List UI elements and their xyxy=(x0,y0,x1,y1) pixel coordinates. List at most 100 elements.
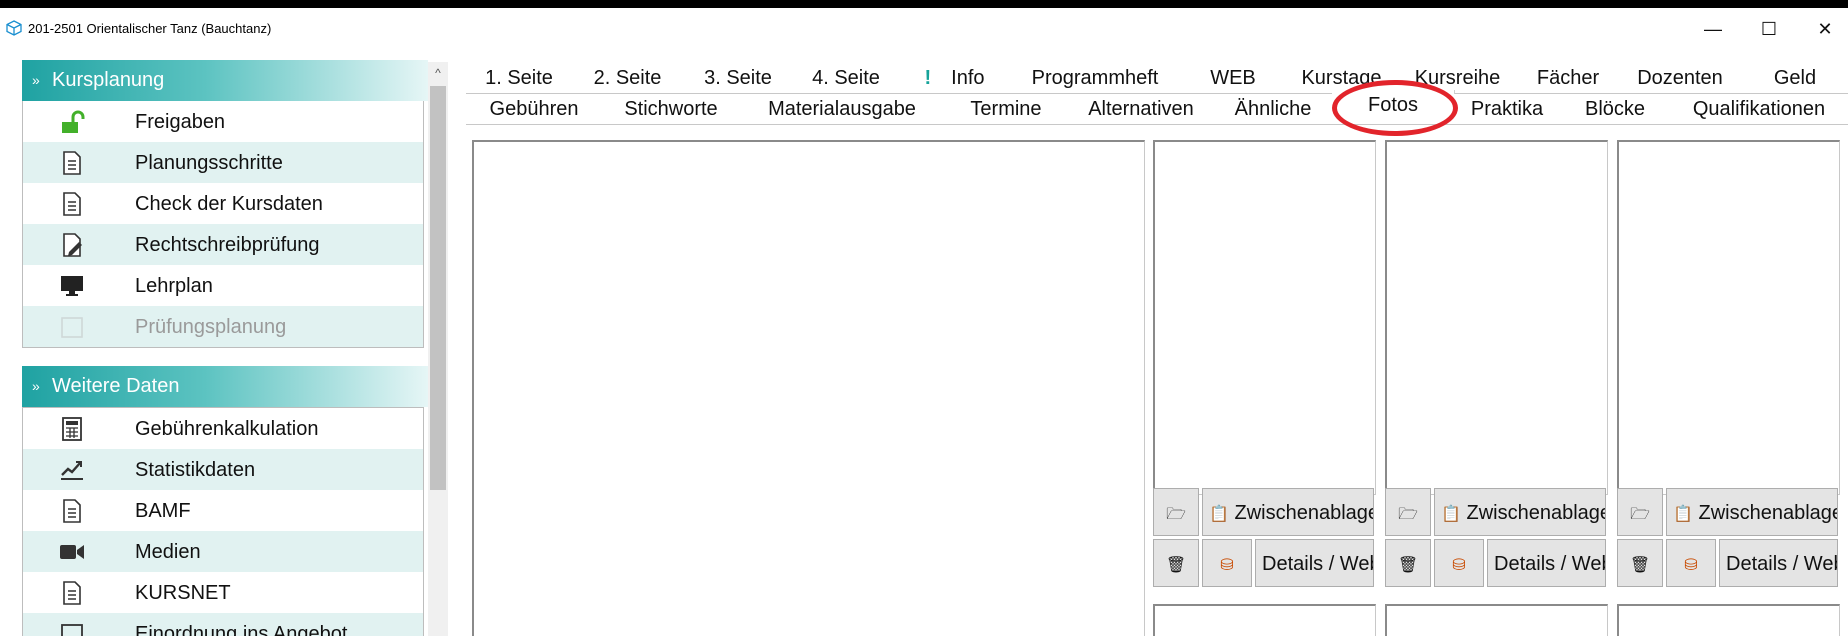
chevron-collapse-icon: » xyxy=(32,72,40,88)
red-highlight-circle xyxy=(1332,80,1458,136)
sidebar-item-label: Planungsschritte xyxy=(135,152,283,174)
tab-row-1: 1. Seite 2. Seite 3. Seite 4. Seite ! Inf… xyxy=(466,63,1848,93)
tab-info[interactable]: ! Info xyxy=(899,63,1011,93)
folder-open-icon: 🗁 xyxy=(1398,506,1418,523)
open-folder-button[interactable]: 🗁 xyxy=(1153,488,1199,536)
tab-seite-4[interactable]: 4. Seite xyxy=(793,63,900,93)
tab-qualifikationen[interactable]: Qualifikationen xyxy=(1670,94,1848,124)
tab-dozenten[interactable]: Dozenten xyxy=(1618,63,1743,93)
tab-web[interactable]: WEB xyxy=(1180,63,1287,93)
edit-document-icon xyxy=(63,233,82,257)
sidebar-item-label: Einordnung ins Angebot xyxy=(135,623,348,636)
trash-icon: 🗑 xyxy=(1629,557,1651,574)
tab-seite-3[interactable]: 3. Seite xyxy=(683,63,794,93)
delete-button[interactable]: 🗑 xyxy=(1153,539,1199,587)
group-label: Kursplanung xyxy=(52,69,165,91)
close-button[interactable]: ✕ xyxy=(1802,14,1848,44)
video-camera-icon xyxy=(60,545,84,559)
sidebar-item-label: Prüfungsplanung xyxy=(135,316,287,338)
chart-line-icon xyxy=(61,461,83,480)
tab-termine[interactable]: Termine xyxy=(944,94,1069,124)
sidebar-item-rechtschreibpruefung[interactable]: Rechtschreibprüfung xyxy=(23,224,423,265)
photo-slot-4[interactable] xyxy=(1153,604,1376,636)
sidebar-item-label: BAMF xyxy=(135,500,191,522)
tab-faecher[interactable]: Fächer xyxy=(1518,63,1619,93)
sidebar-scrollbar[interactable]: ^ xyxy=(428,62,448,636)
sidebar-item-gebuehrenkalkulation[interactable]: Gebührenkalkulation xyxy=(23,408,423,449)
trash-icon: 🗑 xyxy=(1165,557,1187,574)
photo-slot-6[interactable] xyxy=(1617,604,1840,636)
database-export-button[interactable]: ⛁ xyxy=(1434,539,1484,587)
sidebar-item-pruefungsplanung[interactable]: Prüfungsplanung xyxy=(23,306,423,347)
maximize-button[interactable]: ☐ xyxy=(1746,14,1792,44)
group-header-weitere-daten[interactable]: » Weitere Daten xyxy=(22,366,428,407)
database-export-button[interactable]: ⛁ xyxy=(1666,539,1716,587)
sidebar-item-check-der-kursdaten[interactable]: Check der Kursdaten xyxy=(23,183,423,224)
tab-label: Info xyxy=(951,67,985,89)
tab-aehnliche[interactable]: Ähnliche xyxy=(1214,94,1333,124)
details-web-button[interactable]: Details / Web xyxy=(1487,539,1606,587)
sidebar-item-einordnung[interactable]: Einordnung ins Angebot xyxy=(23,613,423,636)
chevron-collapse-icon: » xyxy=(32,378,40,394)
tab-row-2: Gebühren Stichworte Materialausgabe Term… xyxy=(466,90,1848,124)
sidebar-item-label: Gebührenkalkulation xyxy=(135,418,319,440)
photo-slot-5[interactable] xyxy=(1385,604,1608,636)
tab-geld[interactable]: Geld xyxy=(1742,63,1848,93)
window-title: 201-2501 Orientalischer Tanz (Bauchtanz) xyxy=(28,21,272,36)
scrollbar-thumb[interactable] xyxy=(430,86,446,490)
tab-materialausgabe[interactable]: Materialausgabe xyxy=(740,94,945,124)
sidebar-item-kursnet[interactable]: KURSNET xyxy=(23,572,423,613)
sidebar-item-medien[interactable]: Medien xyxy=(23,531,423,572)
clipboard-button[interactable]: 📋 Zwischenablage xyxy=(1666,488,1838,536)
sidebar-item-label: Medien xyxy=(135,541,201,563)
folder-open-icon: 🗁 xyxy=(1630,506,1650,523)
group-items-kursplanung: Freigaben Planungsschritte Check der Kur… xyxy=(22,101,424,348)
open-folder-button[interactable]: 🗁 xyxy=(1385,488,1431,536)
sidebar-item-label: Statistikdaten xyxy=(135,459,256,481)
sidebar-item-freigaben[interactable]: Freigaben xyxy=(23,101,423,142)
tab-gebuehren[interactable]: Gebühren xyxy=(466,94,603,124)
tab-seite-1[interactable]: 1. Seite xyxy=(466,63,573,93)
sidebar-item-label: Rechtschreibprüfung xyxy=(135,234,320,256)
sidebar-item-label: Lehrplan xyxy=(135,275,213,297)
document-icon xyxy=(63,192,81,216)
app-cube-icon xyxy=(6,20,22,36)
tab-programmheft[interactable]: Programmheft xyxy=(1010,63,1181,93)
sidebar-item-bamf[interactable]: BAMF xyxy=(23,490,423,531)
clipboard-button[interactable]: 📋 Zwischenablage xyxy=(1202,488,1374,536)
minimize-button[interactable]: — xyxy=(1690,14,1736,44)
photo-slot-3[interactable] xyxy=(1617,140,1840,495)
database-export-button[interactable]: ⛁ xyxy=(1202,539,1252,587)
delete-button[interactable]: 🗑 xyxy=(1385,539,1431,587)
tab-seite-2[interactable]: 2. Seite xyxy=(572,63,684,93)
open-folder-button[interactable]: 🗁 xyxy=(1617,488,1663,536)
sidebar-item-lehrplan[interactable]: Lehrplan xyxy=(23,265,423,306)
photo-slot-2[interactable] xyxy=(1385,140,1608,495)
sidebar-item-label: Check der Kursdaten xyxy=(135,193,323,215)
calculator-icon xyxy=(62,417,82,441)
folder-open-icon: 🗁 xyxy=(1166,506,1186,523)
calendar-icon xyxy=(61,317,83,338)
tag-icon xyxy=(61,624,83,636)
clipboard-label: Zwischenablage xyxy=(1466,502,1606,524)
title-bar: 201-2501 Orientalischer Tanz (Bauchtanz)… xyxy=(0,8,1848,48)
clipboard-button[interactable]: 📋 Zwischenablage xyxy=(1434,488,1606,536)
clipboard-icon: 📋 xyxy=(1209,506,1229,523)
tab-content-border xyxy=(466,124,1848,125)
tab-alternativen[interactable]: Alternativen xyxy=(1068,94,1215,124)
sidebar-item-statistikdaten[interactable]: Statistikdaten xyxy=(23,449,423,490)
application-window: 201-2501 Orientalischer Tanz (Bauchtanz)… xyxy=(0,8,1848,636)
delete-button[interactable]: 🗑 xyxy=(1617,539,1663,587)
details-web-button[interactable]: Details / Web xyxy=(1719,539,1838,587)
tab-stichworte[interactable]: Stichworte xyxy=(602,94,741,124)
sidebar-item-planungsschritte[interactable]: Planungsschritte xyxy=(23,142,423,183)
database-export-icon: ⛁ xyxy=(1684,557,1698,574)
group-header-kursplanung[interactable]: » Kursplanung xyxy=(22,60,428,101)
tab-bloecke[interactable]: Blöcke xyxy=(1560,94,1671,124)
database-export-icon: ⛁ xyxy=(1220,557,1234,574)
photo-slot-1[interactable] xyxy=(1153,140,1376,495)
trash-icon: 🗑 xyxy=(1397,557,1419,574)
tab-praktika[interactable]: Praktika xyxy=(1454,94,1561,124)
scroll-up-arrow-icon[interactable]: ^ xyxy=(428,66,448,86)
details-web-button[interactable]: Details / Web xyxy=(1255,539,1374,587)
